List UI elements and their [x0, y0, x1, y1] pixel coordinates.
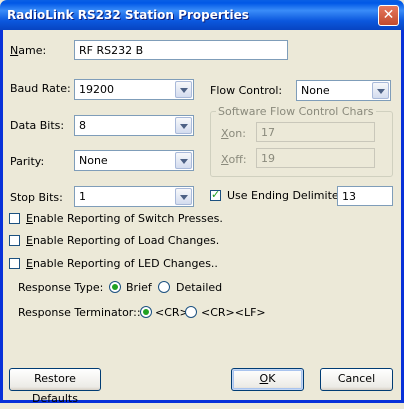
data-bits-value: 8	[79, 119, 86, 132]
stop-bits-label: Stop Bits:	[10, 191, 63, 204]
response-type-label: Response Type:	[18, 281, 104, 294]
ending-delimiter-label: Use Ending Delimiter	[227, 189, 344, 202]
data-bits-label: Data Bits:	[10, 119, 65, 132]
parity-select[interactable]: None	[74, 150, 194, 171]
led-reporting-checkbox[interactable]	[9, 258, 20, 269]
stop-bits-select[interactable]: 1	[74, 186, 194, 207]
switch-reporting-label: Enable Reporting of Switch Presses.	[26, 212, 223, 225]
name-input[interactable]: RF RS232 B	[74, 40, 288, 60]
close-icon: ✕	[382, 7, 395, 23]
ending-delimiter-input[interactable]: 13	[337, 186, 393, 206]
chevron-down-icon[interactable]	[175, 188, 192, 205]
flow-control-label: Flow Control:	[210, 84, 283, 97]
terminator-cr-label: <CR>	[155, 306, 189, 319]
flow-control-select[interactable]: None	[296, 80, 391, 101]
xon-input[interactable]: 17	[256, 122, 375, 142]
chevron-down-icon[interactable]	[175, 117, 192, 134]
ok-button[interactable]: OK	[231, 368, 304, 391]
baud-rate-select[interactable]: 19200	[74, 79, 194, 100]
led-reporting-label: Enable Reporting of LED Changes..	[26, 257, 218, 270]
chevron-down-icon[interactable]	[175, 81, 192, 98]
response-type-detailed-label: Detailed	[176, 281, 223, 294]
name-label: Name:	[10, 44, 47, 57]
xoff-input[interactable]: 19	[256, 148, 375, 168]
stop-bits-value: 1	[79, 190, 86, 203]
baud-rate-value: 19200	[79, 83, 114, 96]
data-bits-select[interactable]: 8	[74, 115, 194, 136]
load-reporting-checkbox[interactable]	[9, 235, 20, 246]
response-type-brief-label: Brief	[126, 281, 152, 294]
terminator-crlf-radio[interactable]	[185, 306, 197, 318]
cancel-button[interactable]: Cancel	[320, 368, 393, 391]
terminator-cr-radio[interactable]	[140, 306, 152, 318]
window-frame-left	[0, 30, 3, 403]
parity-label: Parity:	[10, 155, 45, 168]
load-reporting-label: Enable Reporting of Load Changes.	[26, 234, 220, 247]
software-flow-group-title: Software Flow Control Chars	[216, 105, 376, 118]
response-type-brief-radio[interactable]	[109, 281, 121, 293]
xon-label: Xon:	[221, 127, 246, 140]
response-type-detailed-radio[interactable]	[158, 281, 170, 293]
switch-reporting-checkbox[interactable]	[9, 213, 20, 224]
window-title: RadioLink RS232 Station Properties	[7, 8, 249, 22]
response-terminator-label: Response Terminator::	[18, 306, 141, 319]
chevron-down-icon[interactable]	[175, 152, 192, 169]
chevron-down-icon[interactable]	[372, 82, 389, 99]
flow-control-value: None	[301, 84, 330, 97]
parity-value: None	[79, 154, 108, 167]
baud-rate-label: Baud Rate:	[10, 82, 71, 95]
terminator-crlf-label: <CR><LF>	[201, 306, 266, 319]
xoff-label: Xoff:	[221, 153, 247, 166]
ending-delimiter-checkbox[interactable]	[210, 188, 221, 201]
close-button[interactable]: ✕	[378, 5, 399, 26]
restore-defaults-button[interactable]: Restore Defaults	[9, 368, 101, 405]
